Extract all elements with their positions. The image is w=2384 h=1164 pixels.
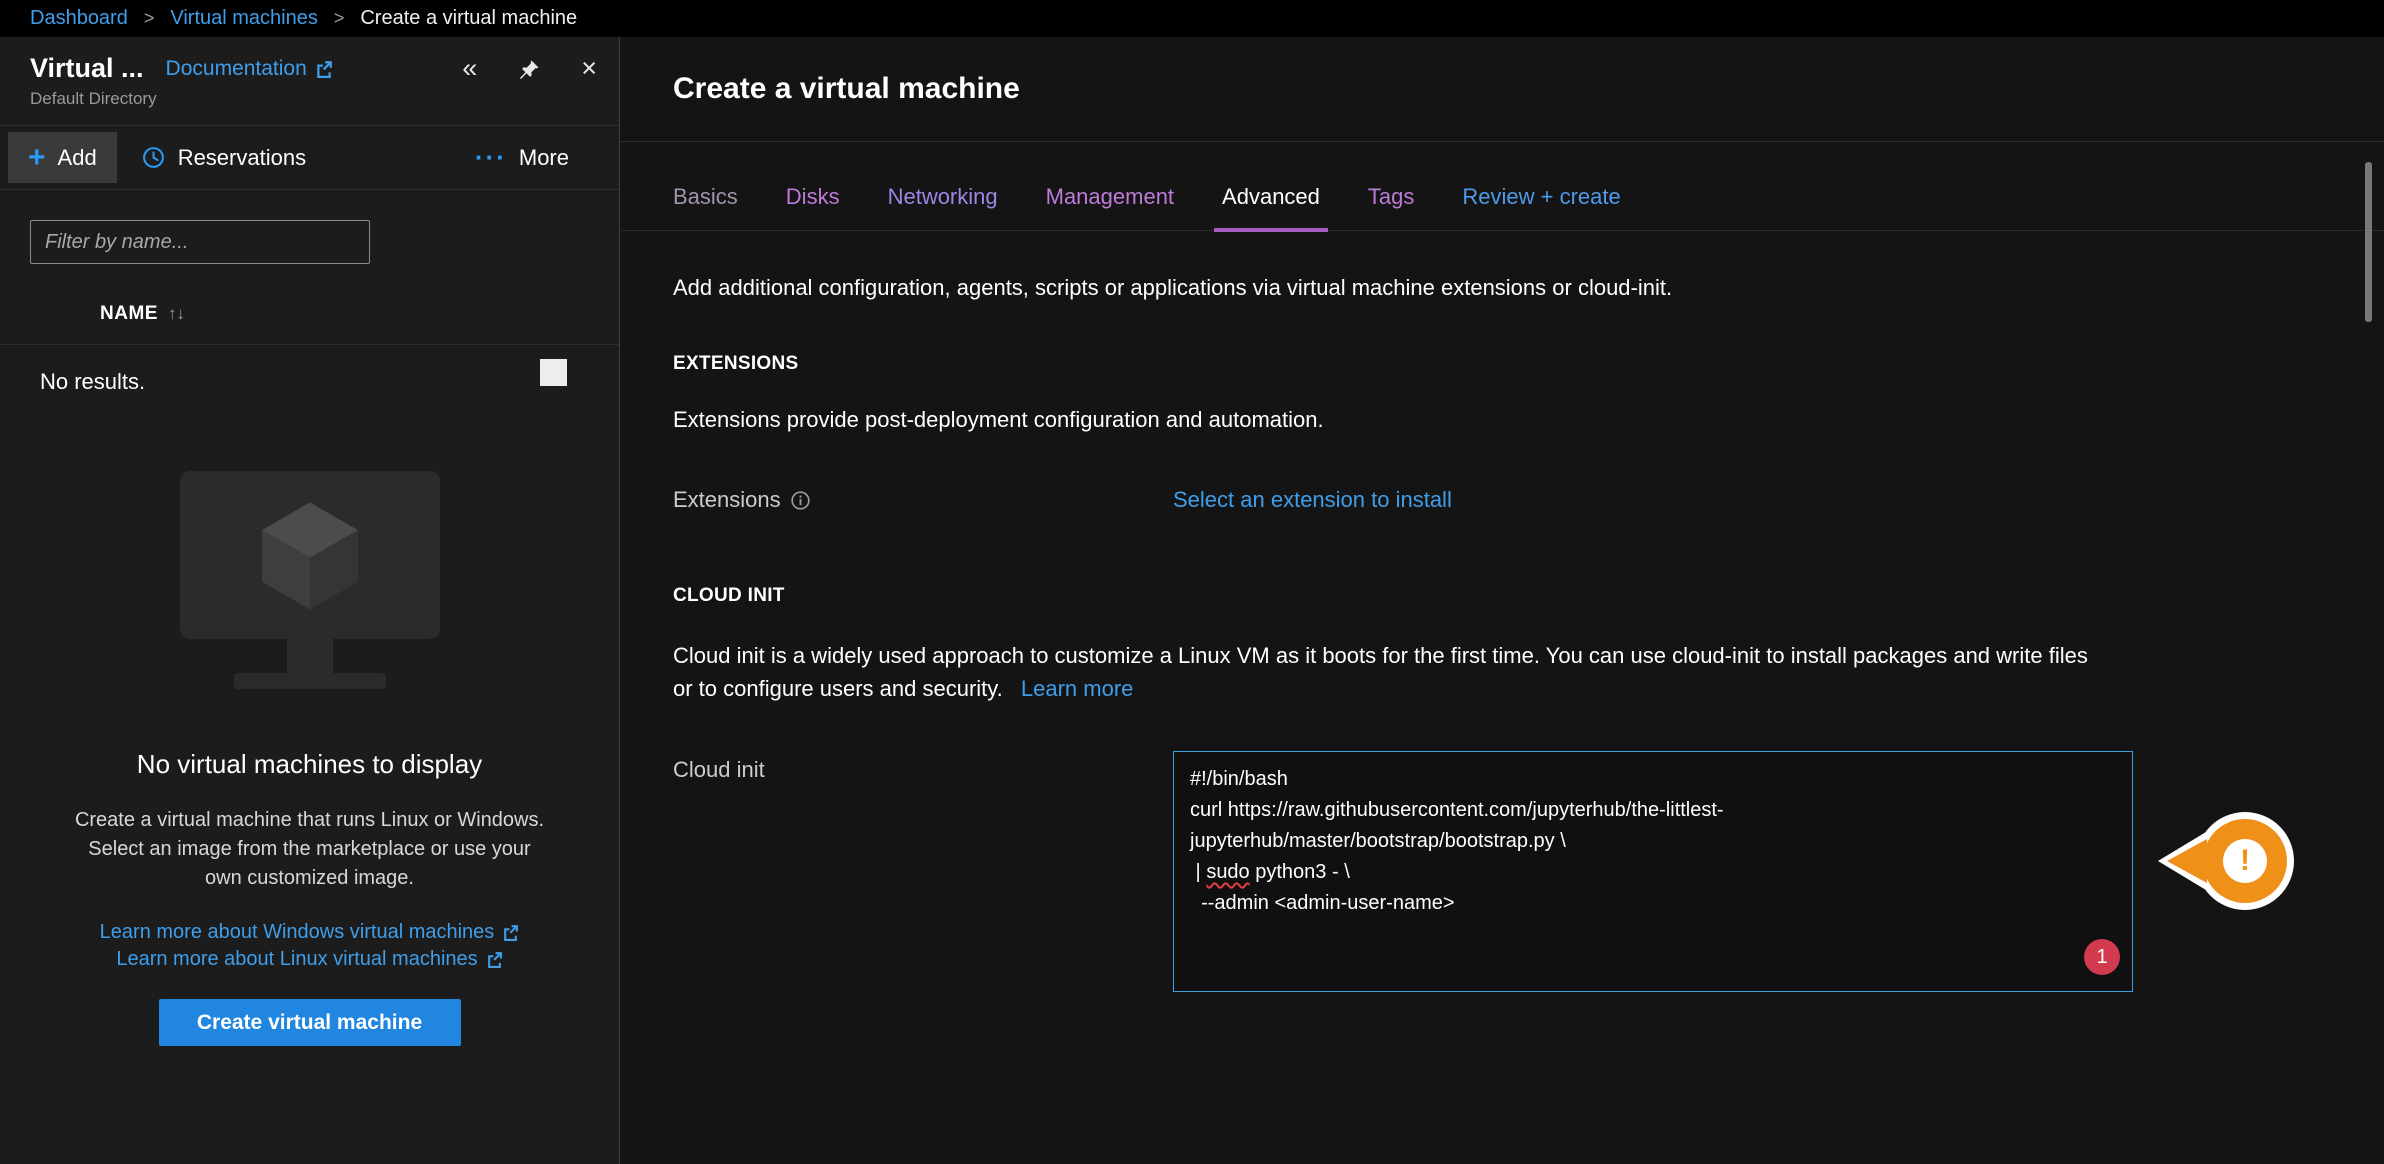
tab-tags[interactable]: Tags (1368, 184, 1414, 230)
more-button-label: More (519, 145, 569, 171)
tab-advanced[interactable]: Advanced (1222, 184, 1320, 230)
filter-input[interactable] (30, 220, 370, 264)
code-text: python3 - \ (1250, 861, 1350, 883)
monitor-graphic (180, 471, 440, 639)
main-scrollbar[interactable] (2365, 162, 2372, 322)
clock-icon (141, 145, 166, 170)
code-line: | sudo python3 - \ (1190, 857, 2116, 888)
select-extension-link[interactable]: Select an extension to install (1173, 487, 1452, 513)
cloud-init-description: Cloud init is a widely used approach to … (673, 639, 2093, 705)
learn-more-link[interactable]: Learn more (1021, 676, 1134, 701)
code-line: #!/bin/bash (1190, 764, 2116, 795)
blade-header: Create a virtual machine (621, 37, 2384, 142)
documentation-link-label: Documentation (166, 57, 307, 81)
list-scrollbar-thumb[interactable] (540, 359, 567, 386)
more-button[interactable]: ··· More (475, 145, 569, 171)
cloud-init-section-header: CLOUD INIT (673, 585, 2384, 607)
virtual-machines-panel: Virtual ... Documentation « × (0, 37, 620, 1164)
monitor-base (234, 673, 386, 689)
learn-windows-vm-label: Learn more about Windows virtual machine… (100, 921, 495, 944)
vm-empty-illustration (0, 471, 619, 689)
breadcrumb-dashboard[interactable]: Dashboard (30, 7, 128, 30)
cube-icon (254, 495, 366, 615)
ellipsis-icon: ··· (475, 151, 507, 164)
extensions-label-text: Extensions (673, 487, 781, 513)
add-button-label: Add (58, 145, 97, 171)
cloud-init-label-text: Cloud init (673, 757, 765, 783)
empty-state-description: Create a virtual machine that runs Linux… (68, 806, 552, 893)
tab-networking[interactable]: Networking (888, 184, 998, 230)
external-link-icon (315, 60, 333, 78)
code-line: jupyterhub/master/bootstrap/bootstrap.py… (1190, 826, 2116, 857)
external-link-icon (486, 951, 503, 968)
learn-linux-vm-label: Learn more about Linux virtual machines (116, 948, 477, 971)
breadcrumb-virtual-machines[interactable]: Virtual machines (170, 7, 317, 30)
info-icon[interactable] (791, 491, 810, 510)
intro-text: Add additional configuration, agents, sc… (673, 275, 2384, 301)
plus-icon: + (28, 144, 46, 171)
extensions-row: Extensions Select an extension to instal… (673, 487, 2384, 513)
breadcrumb: Dashboard > Virtual machines > Create a … (0, 0, 2384, 37)
code-text: | (1190, 861, 1206, 883)
extensions-description: Extensions provide post-deployment confi… (673, 407, 2384, 433)
error-count-badge[interactable]: 1 (2084, 939, 2120, 975)
code-line: curl https://raw.githubusercontent.com/j… (1190, 795, 2116, 826)
create-virtual-machine-button[interactable]: Create virtual machine (159, 999, 461, 1046)
external-link-icon (502, 924, 519, 941)
misspelled-word: sudo (1206, 861, 1249, 883)
column-header-name[interactable]: NAME (100, 303, 158, 325)
breadcrumb-separator: > (144, 8, 155, 29)
cloud-init-row: Cloud init #!/bin/bash curl https://raw.… (673, 751, 2384, 992)
extensions-section-header: EXTENSIONS (673, 353, 2384, 375)
empty-state-title: No virtual machines to display (0, 749, 619, 780)
tab-management[interactable]: Management (1046, 184, 1174, 230)
create-vm-blade: Create a virtual machine Basics Disks Ne… (621, 37, 2384, 1164)
page-title: Create a virtual machine (673, 72, 1020, 106)
panel-toolbar: + Add Reservations ··· More (0, 125, 619, 190)
add-button[interactable]: + Add (8, 132, 117, 183)
azure-portal: Dashboard > Virtual machines > Create a … (0, 0, 2384, 1164)
monitor-stand (287, 639, 333, 673)
list-header: NAME ↑↓ (0, 284, 619, 345)
tab-basics[interactable]: Basics (673, 184, 738, 230)
cloud-init-textarea[interactable]: #!/bin/bash curl https://raw.githubuserc… (1173, 751, 2133, 992)
reservations-button[interactable]: Reservations (141, 145, 306, 171)
tab-disks[interactable]: Disks (786, 184, 840, 230)
learn-windows-vm-link[interactable]: Learn more about Windows virtual machine… (100, 921, 520, 944)
documentation-link[interactable]: Documentation (166, 57, 333, 81)
cloud-init-field-label: Cloud init (673, 751, 1173, 783)
advanced-tab-content: Add additional configuration, agents, sc… (621, 275, 2384, 992)
no-results-text: No results. (40, 369, 145, 394)
empty-state: No virtual machines to display Create a … (0, 471, 619, 1046)
directory-name: Default Directory (30, 89, 597, 109)
extensions-field-label: Extensions (673, 487, 1173, 513)
code-line: --admin <admin-user-name> (1190, 888, 2116, 919)
panel-header: Virtual ... Documentation « × (0, 37, 619, 109)
collapse-panel-button[interactable]: « (462, 55, 477, 82)
cloud-init-description-text: Cloud init is a widely used approach to … (673, 643, 2088, 701)
pin-icon[interactable] (517, 55, 541, 82)
panel-title: Virtual ... (30, 53, 144, 84)
close-panel-button[interactable]: × (581, 55, 597, 82)
empty-state-links: Learn more about Windows virtual machine… (0, 921, 619, 971)
breadcrumb-separator: > (334, 8, 345, 29)
results-row: No results. (0, 345, 619, 407)
learn-linux-vm-link[interactable]: Learn more about Linux virtual machines (116, 948, 502, 971)
sort-icon[interactable]: ↑↓ (168, 304, 185, 324)
breadcrumb-current: Create a virtual machine (360, 7, 577, 30)
reservations-button-label: Reservations (178, 145, 306, 171)
tab-bar: Basics Disks Networking Management Advan… (621, 184, 2384, 231)
tab-review-create[interactable]: Review + create (1462, 184, 1620, 230)
